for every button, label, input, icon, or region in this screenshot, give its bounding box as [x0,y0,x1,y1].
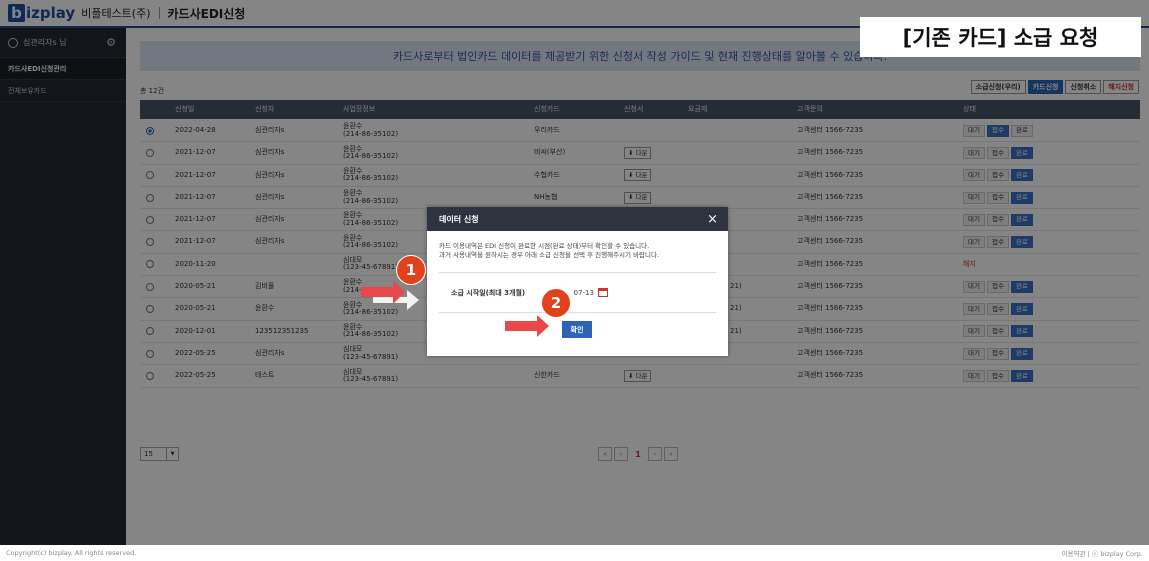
footer-links[interactable]: 이용약관 | ⓒ bizplay Corp. [1062,548,1143,558]
description-line: 카드 이용내역은 EDI 신청이 완료한 시점(완료 상태)부터 확인할 수 있… [439,242,650,250]
retro-date-input[interactable]: 07-13 [574,288,608,297]
copyright: Copyright(c) bizplay. All rights reserve… [6,549,137,557]
date-value: 07-13 [573,288,594,297]
close-icon[interactable]: × [707,212,718,227]
modal-description: 카드 이용내역은 EDI 신청이 완료한 시점(완료 상태)부터 확인할 수 있… [439,231,716,273]
pointer-arrow-icon [361,280,419,310]
footer: Copyright(c) bizplay. All rights reserve… [0,545,1149,561]
modal-title: 데이터 신청 [439,214,479,224]
modal-header: 데이터 신청 × [427,207,728,231]
confirm-button[interactable]: 확인 [562,321,592,338]
pointer-arrow-icon [505,315,549,337]
calendar-icon[interactable] [598,288,608,297]
description-line: 과거 사용내역을 원하시는 경우 아래 소급 신청을 선택 후 진행해주시기 바… [439,250,660,259]
data-request-modal: 데이터 신청 × 카드 이용내역은 EDI 신청이 완료한 시점(완료 상태)부… [427,207,728,356]
retro-start-field: 소급 시작일(최대 3개월) 07-13 [439,273,716,313]
retro-start-label: 소급 시작일(최대 3개월) [451,288,526,297]
tutorial-caption: [기존 카드] 소급 요청 [860,17,1141,57]
